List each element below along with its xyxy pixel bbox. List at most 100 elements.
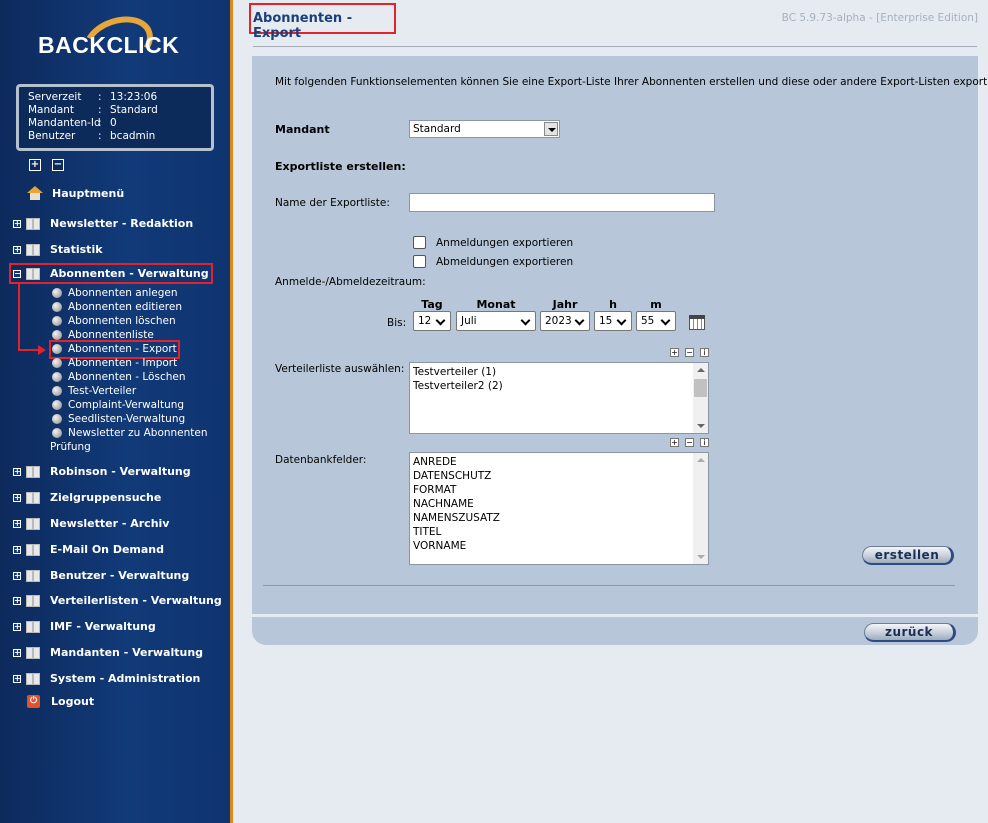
scroll-down-icon[interactable] <box>697 424 705 428</box>
export-panel: Mit folgenden Funktionselementen können … <box>252 56 988 614</box>
exportliste-name-input[interactable] <box>409 193 715 212</box>
nav-sub-seedlisten-verwaltung[interactable]: Seedlisten-Verwaltung <box>52 413 185 426</box>
nav-sub-abonnenten-loeschen[interactable]: Abonnenten löschen <box>52 315 176 328</box>
nav-sub-abonnenten-import[interactable]: Abonnenten - Import <box>52 357 177 370</box>
minute-select[interactable]: 55 <box>636 311 676 331</box>
nav-robinson[interactable]: + Robinson - Verwaltung <box>13 465 191 478</box>
expand-icon[interactable]: + <box>13 648 21 657</box>
nav-logout[interactable]: ⏻ Logout <box>13 695 94 708</box>
scroll-up-icon[interactable] <box>697 368 705 372</box>
list-item[interactable]: DATENSCHUTZ <box>413 469 708 483</box>
nav-sub-abonnenten-loeschen-bulk[interactable]: Abonnenten - Löschen <box>52 371 186 384</box>
add-icon[interactable]: + <box>670 438 679 447</box>
nav-sub-newsletter-zu-abonnenten[interactable]: Newsletter zu Abonnenten <box>52 427 208 440</box>
nav-newsletter-redaktion[interactable]: + Newsletter - Redaktion <box>13 217 193 230</box>
scroll-thumb[interactable] <box>694 379 707 397</box>
verteiler-list-tools: + − i <box>670 348 709 357</box>
remove-icon[interactable]: − <box>685 348 694 357</box>
expand-icon[interactable]: + <box>13 493 21 502</box>
nav-zielgruppensuche[interactable]: + Zielgruppensuche <box>13 491 161 504</box>
exportliste-heading: Exportliste erstellen: <box>275 160 406 173</box>
remove-icon[interactable]: − <box>685 438 694 447</box>
expand-icon[interactable]: + <box>13 219 21 228</box>
logo-text: BACKCLICK <box>38 32 180 58</box>
nav-mandanten-verwaltung[interactable]: + Mandanten - Verwaltung <box>13 646 203 659</box>
list-item[interactable]: Testverteiler2 (2) <box>413 379 708 393</box>
verteiler-listbox[interactable]: Testverteiler (1) Testverteiler2 (2) <box>409 362 709 434</box>
jahr-select[interactable]: 2023 <box>540 311 590 331</box>
monat-select[interactable]: Juli <box>456 311 536 331</box>
list-item[interactable]: ANREDE <box>413 455 708 469</box>
abmeldungen-label: Abmeldungen exportieren <box>436 256 574 268</box>
info-row-mandant: Mandant: Standard <box>28 104 158 116</box>
home-icon <box>27 186 43 200</box>
nav-sub-abonnenten-anlegen[interactable]: Abonnenten anlegen <box>52 287 178 300</box>
expand-all-icon[interactable]: + <box>29 159 41 171</box>
list-item[interactable]: TITEL <box>413 525 708 539</box>
anmeldungen-label: Anmeldungen exportieren <box>436 237 574 249</box>
nav-sub-abonnenten-export[interactable]: Abonnenten - Export <box>49 340 180 359</box>
mandant-select[interactable]: Standard <box>409 120 560 138</box>
expand-icon[interactable]: + <box>13 519 21 528</box>
nav-sub-test-verteiler[interactable]: Test-Verteiler <box>52 385 136 398</box>
list-item[interactable]: FORMAT <box>413 483 708 497</box>
add-icon[interactable]: + <box>670 348 679 357</box>
expand-icon[interactable]: + <box>13 622 21 631</box>
bullet-icon <box>52 400 62 410</box>
expand-icon[interactable]: + <box>13 245 21 254</box>
expand-icon[interactable]: + <box>13 596 21 605</box>
calendar-icon[interactable] <box>689 315 705 330</box>
info-row-serverzeit: Serverzeit:13:23:06 <box>28 91 158 103</box>
info-icon[interactable]: i <box>700 438 709 447</box>
book-icon <box>26 646 40 659</box>
annotation-arrowhead <box>38 345 46 355</box>
abmeldungen-checkbox[interactable] <box>413 255 426 268</box>
m-header: m <box>650 298 662 311</box>
bullet-icon <box>52 288 62 298</box>
list-item[interactable]: NAMENSZUSATZ <box>413 511 708 525</box>
nav-abonnenten-verwaltung[interactable]: − Abonnenten - Verwaltung <box>9 263 213 284</box>
nav-hauptmenu[interactable]: Hauptmenü <box>13 186 124 200</box>
collapse-icon[interactable]: − <box>13 269 21 278</box>
zurueck-button[interactable]: zurück <box>864 623 956 642</box>
nav-benutzer-verwaltung[interactable]: + Benutzer - Verwaltung <box>13 569 189 582</box>
nav-statistik[interactable]: + Statistik <box>13 243 103 256</box>
h-header: h <box>609 298 617 311</box>
chevron-down-icon[interactable] <box>544 122 558 136</box>
nav-newsletter-archiv[interactable]: + Newsletter - Archiv <box>13 517 169 530</box>
expand-icon[interactable]: + <box>13 571 21 580</box>
list-item[interactable]: VORNAME <box>413 539 708 553</box>
verteiler-label: Verteilerliste auswählen: <box>275 363 405 375</box>
anmeldungen-checkbox[interactable] <box>413 236 426 249</box>
annotation-arrow <box>18 283 20 351</box>
erstellen-button[interactable]: erstellen <box>862 546 954 565</box>
datenbankfelder-listbox[interactable]: ANREDE DATENSCHUTZ FORMAT NACHNAME NAMEN… <box>409 452 709 565</box>
scroll-up-icon[interactable] <box>697 458 705 462</box>
expand-icon[interactable]: + <box>13 545 21 554</box>
nav-sub-pruefung[interactable]: Prüfung <box>50 441 91 454</box>
nav-sub-abonnenten-editieren[interactable]: Abonnenten editieren <box>52 301 182 314</box>
divider <box>253 46 977 47</box>
scroll-down-icon[interactable] <box>697 555 705 559</box>
listbox-scrollbar[interactable] <box>693 363 708 433</box>
power-icon: ⏻ <box>27 695 40 708</box>
collapse-all-icon[interactable]: − <box>52 159 64 171</box>
info-icon[interactable]: i <box>700 348 709 357</box>
nav-verteilerlisten-verwaltung[interactable]: + Verteilerlisten - Verwaltung <box>13 594 222 607</box>
bullet-icon <box>52 372 62 382</box>
nav-sub-complaint-verwaltung[interactable]: Complaint-Verwaltung <box>52 399 184 412</box>
nav-imf-verwaltung[interactable]: + IMF - Verwaltung <box>13 620 156 633</box>
bullet-icon <box>52 330 62 340</box>
nav-email-on-demand[interactable]: + E-Mail On Demand <box>13 543 164 556</box>
tag-header: Tag <box>421 298 443 311</box>
listbox-scrollbar[interactable] <box>693 453 708 564</box>
hour-select[interactable]: 15 <box>594 311 632 331</box>
list-item[interactable]: NACHNAME <box>413 497 708 511</box>
expand-icon[interactable]: + <box>13 674 21 683</box>
expand-icon[interactable]: + <box>13 467 21 476</box>
list-item[interactable]: Testverteiler (1) <box>413 365 708 379</box>
nav-system-administration[interactable]: + System - Administration <box>13 672 200 685</box>
tag-select[interactable]: 12 <box>413 311 451 331</box>
bullet-icon <box>52 428 62 438</box>
nav-sub-abonnentenliste[interactable]: Abonnentenliste <box>52 329 154 342</box>
